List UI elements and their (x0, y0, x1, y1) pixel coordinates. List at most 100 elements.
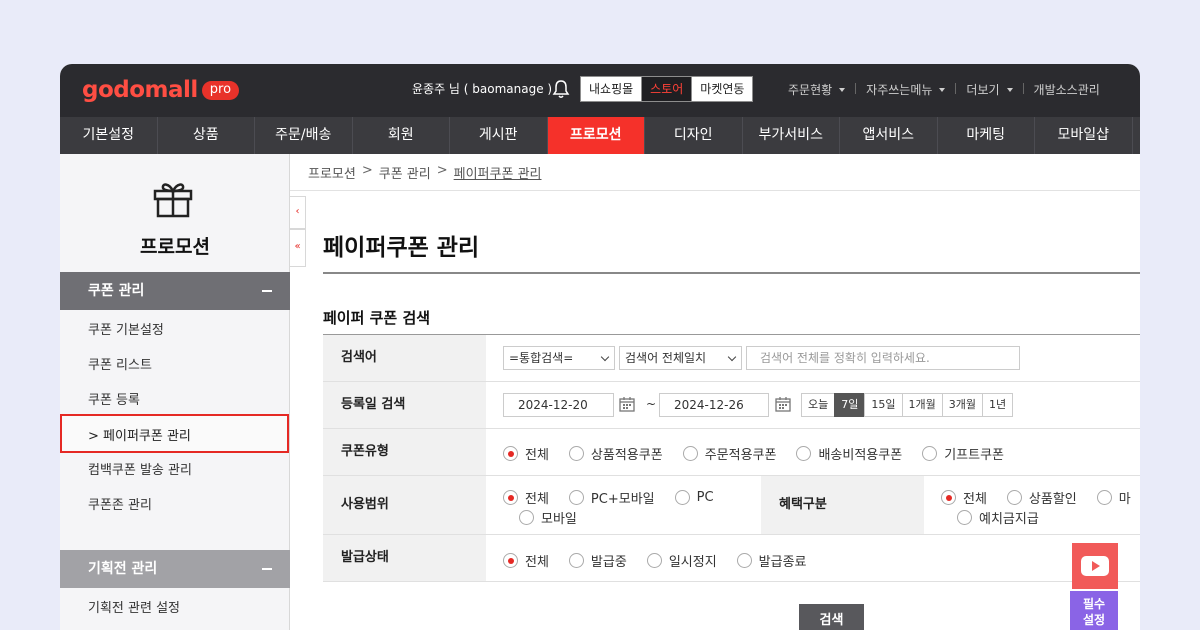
issue-ended-radio[interactable]: 발급종료 (736, 551, 807, 570)
section-label: 쿠폰 관리 (88, 283, 145, 299)
caret-down-icon (839, 87, 846, 92)
godomall-logo[interactable]: godomall pro (82, 76, 240, 104)
nav-products[interactable]: 상품 (158, 117, 255, 154)
radio-label: 전체 (963, 492, 987, 507)
benefit-radios: 전체 상품할인 마 (941, 488, 1140, 507)
nav-members[interactable]: 회원 (353, 117, 450, 154)
coupon-type-shipping-radio[interactable]: 배송비적용쿠폰 (796, 444, 902, 463)
sidebar-item-coupon-list[interactable]: 쿠폰 리스트 (88, 354, 152, 373)
benefit-radios-2: 예치금지급 (957, 508, 1059, 527)
nav-promotion[interactable]: 프로모션 (547, 117, 645, 154)
end-date-field[interactable]: 2024-12-26 (659, 393, 769, 417)
benefit-all-radio[interactable]: 전체 (941, 488, 987, 507)
issue-status-radios: 전체 발급중 일시정지 발급종료 (503, 551, 827, 570)
issue-paused-radio[interactable]: 일시정지 (646, 551, 717, 570)
radio-label: 예치금지급 (979, 512, 1039, 527)
radio-label: 전체 (525, 448, 549, 463)
benefit-mileage-radio[interactable]: 마 (1096, 488, 1131, 507)
radio-label: 모바일 (541, 512, 577, 527)
radio-dot (503, 446, 518, 461)
coupon-type-order-radio[interactable]: 주문적용쿠폰 (682, 444, 776, 463)
search-match-select[interactable]: 검색어 전체일치 (619, 346, 742, 370)
coupon-type-all-radio[interactable]: 전체 (503, 444, 549, 463)
sidebar-item-coupon-zone[interactable]: 쿠폰존 관리 (88, 494, 152, 513)
period-1m-button[interactable]: 1개월 (901, 393, 943, 417)
caret-down-icon (1006, 87, 1013, 92)
radio-label: 상품적용쿠폰 (590, 448, 663, 463)
youtube-button[interactable] (1072, 543, 1118, 589)
nav-orders[interactable]: 주문/배송 (255, 117, 353, 154)
radio-label: 배송비적용쿠폰 (818, 448, 903, 463)
coupon-type-product-radio[interactable]: 상품적용쿠폰 (568, 444, 663, 463)
usage-mobile-radio[interactable]: 모바일 (519, 508, 577, 527)
benefit-deposit-radio[interactable]: 예치금지급 (957, 508, 1039, 527)
usage-pc-radio[interactable]: PC (674, 490, 714, 505)
logo-text: godomall (82, 77, 198, 103)
nav-addons[interactable]: 부가서비스 (743, 117, 840, 154)
period-1y-button[interactable]: 1년 (982, 393, 1014, 417)
radio-label: 상품할인 (1028, 492, 1077, 507)
radio-dot (682, 446, 698, 461)
breadcrumb-item[interactable]: 프로모션 (308, 163, 356, 182)
search-button[interactable]: 검색 (799, 604, 864, 630)
date-separator: ~ (646, 397, 657, 411)
issue-active-radio[interactable]: 발급중 (568, 551, 627, 570)
nav-basic-settings[interactable]: 기본설정 (60, 117, 158, 154)
top-buttons: 내쇼핑몰 스토어 마켓연동 (580, 76, 754, 102)
breadcrumb-item[interactable]: 페이퍼쿠폰 관리 (454, 163, 542, 182)
store-button[interactable]: 스토어 (641, 76, 693, 102)
nav-app-services[interactable]: 앱서비스 (840, 117, 938, 154)
sidebar-item-paper-coupon[interactable]: > 페이퍼쿠폰 관리 (60, 414, 289, 453)
radio-dot (1096, 490, 1112, 505)
search-input[interactable]: 검색어 전체를 정확히 입력하세요. (746, 346, 1020, 370)
breadcrumb-item[interactable]: 쿠폰 관리 (379, 163, 431, 182)
more-link[interactable]: 더보기 (966, 81, 1013, 98)
must-setting-button[interactable]: 필수 설정 (1070, 591, 1118, 630)
search-scope-select[interactable]: =통합검색= (503, 346, 615, 370)
sidebar-item-coupon-settings[interactable]: 쿠폰 기본설정 (88, 319, 164, 338)
nav-board[interactable]: 게시판 (450, 117, 548, 154)
usage-scope-radios-2: 모바일 (519, 508, 597, 527)
coupon-type-gift-radio[interactable]: 기프트쿠폰 (922, 444, 1004, 463)
calendar-icon[interactable] (775, 396, 791, 412)
period-3m-button[interactable]: 3개월 (941, 393, 983, 417)
radio-dot (519, 510, 534, 525)
collapse-all-icon[interactable]: « (290, 229, 306, 267)
usage-pc-mobile-radio[interactable]: PC+모바일 (568, 488, 655, 507)
sidebar-item-exhibition-settings[interactable]: 기획전 관련 설정 (88, 597, 180, 616)
admin-window: godomall pro 윤종주 님 ( baomanage ) 내쇼핑몰 스토… (60, 64, 1140, 630)
issue-all-radio[interactable]: 전체 (503, 551, 549, 570)
order-status-link[interactable]: 주문현황 (788, 81, 846, 98)
bell-icon[interactable] (552, 79, 570, 99)
collapse-sidebar-icon[interactable]: ‹ (290, 196, 306, 229)
period-7d-button[interactable]: 7일 (834, 393, 866, 417)
benefit-product-discount-radio[interactable]: 상품할인 (1006, 488, 1077, 507)
radio-dot (736, 553, 752, 568)
user-name: 윤종주 님 ( baomanage ) (412, 82, 553, 96)
collapse-minus-icon[interactable] (262, 568, 272, 570)
sidebar-section-exhibition[interactable]: 기획전 관리 (60, 550, 290, 588)
radio-label: 일시정지 (668, 555, 717, 570)
radio-dot (957, 510, 972, 525)
period-15d-button[interactable]: 15일 (864, 393, 903, 417)
nav-mobile-shop[interactable]: 모바일샵 (1035, 117, 1133, 154)
sidebar-item-coupon-register[interactable]: 쿠폰 등록 (88, 389, 140, 408)
benefit-label: 혜택구분 (761, 476, 924, 534)
nav-marketing[interactable]: 마케팅 (938, 117, 1035, 154)
collapse-minus-icon[interactable] (262, 290, 272, 292)
calendar-icon[interactable] (619, 396, 635, 412)
radio-dot (568, 490, 584, 505)
period-today-button[interactable]: 오늘 (801, 393, 836, 417)
section-label: 기획전 관리 (88, 561, 158, 577)
sidebar-section-coupon[interactable]: 쿠폰 관리 (60, 272, 290, 310)
usage-all-radio[interactable]: 전체 (503, 488, 549, 507)
my-shop-button[interactable]: 내쇼핑몰 (580, 76, 643, 102)
market-link-button[interactable]: 마켓연동 (691, 76, 754, 102)
dev-source-link[interactable]: 개발소스관리 (1034, 81, 1100, 98)
sidebar-item-comeback-coupon[interactable]: 컴백쿠폰 발송 관리 (88, 459, 192, 478)
nav-design[interactable]: 디자인 (645, 117, 743, 154)
favorite-menu-link[interactable]: 자주쓰는메뉴 (866, 81, 946, 98)
coupon-type-label: 쿠폰유형 (323, 429, 486, 475)
sidebar: 프로모션 쿠폰 관리 쿠폰 기본설정 쿠폰 리스트 쿠폰 등록 > 페이퍼쿠폰 … (60, 154, 290, 630)
start-date-field[interactable]: 2024-12-20 (503, 393, 614, 417)
